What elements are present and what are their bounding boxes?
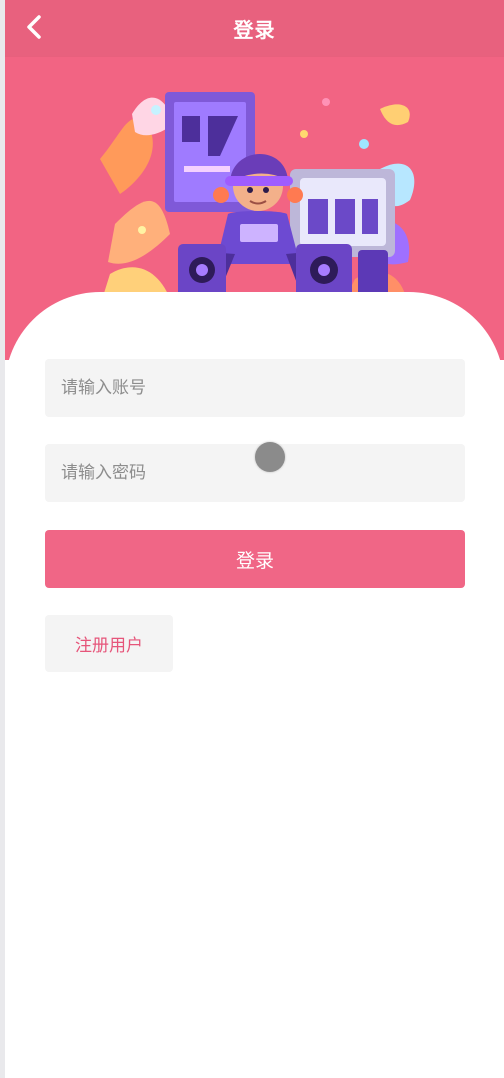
page-title: 登录 (233, 18, 276, 42)
register-user-button[interactable]: 注册用户 (45, 615, 173, 672)
touch-indicator (255, 442, 285, 472)
music-character-illustration (100, 92, 415, 310)
top-navigation-bar: 登录 (5, 0, 504, 56)
account-input[interactable] (45, 359, 465, 417)
login-button[interactable]: 登录 (45, 530, 465, 588)
login-page: 登录 登录 注册用户 (0, 0, 504, 1078)
account-field[interactable] (45, 359, 465, 417)
